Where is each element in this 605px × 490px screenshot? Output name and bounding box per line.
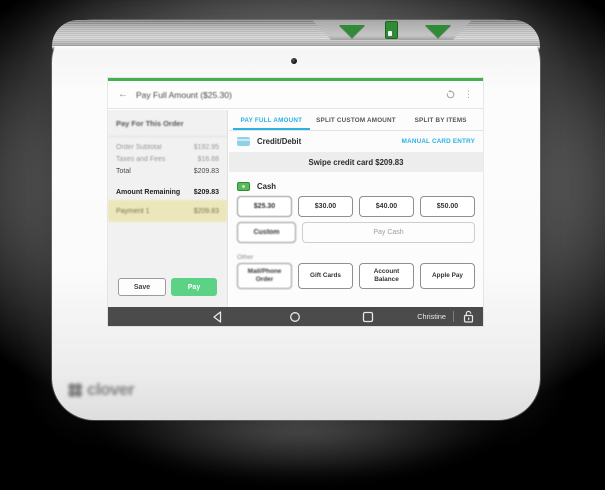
manual-card-entry-link[interactable]: MANUAL CARD ENTRY: [402, 138, 475, 145]
refresh-icon[interactable]: [446, 90, 455, 99]
other-section-label: Other: [237, 254, 475, 261]
credit-card-icon: [237, 137, 250, 146]
overflow-menu-icon[interactable]: ⋮: [464, 89, 473, 100]
clover-wordmark: clover: [87, 380, 134, 400]
lock-icon[interactable]: [463, 310, 474, 323]
nav-home-icon[interactable]: [289, 311, 301, 323]
swipe-arrow-right-icon: [425, 25, 451, 38]
page-title: Pay Full Amount ($25.30): [136, 90, 232, 100]
sidebar-title: Pay For This Order: [108, 110, 227, 137]
payment-value: $209.83: [194, 208, 219, 215]
navbar-divider: [453, 311, 454, 322]
swipe-card-message: Swipe credit card $209.83: [229, 152, 483, 172]
mail-phone-order-button[interactable]: Mail/Phone Order: [237, 263, 292, 289]
other-payment-row: Mail/Phone Order Gift Cards Account Bala…: [229, 263, 483, 289]
row-label: Taxes and Fees: [116, 154, 165, 166]
tab-split-custom-amount[interactable]: SPLIT CUSTOM AMOUNT: [314, 110, 399, 130]
row-value: $16.88: [198, 154, 219, 166]
cash-amount-row: $25.30 $30.00 $40.00 $50.00: [229, 196, 483, 217]
tab-pay-full-amount[interactable]: PAY FULL AMOUNT: [229, 110, 314, 130]
camera-icon: [291, 58, 297, 64]
cash-amount-button-3[interactable]: $40.00: [359, 196, 414, 217]
clover-logo: clover: [66, 380, 134, 400]
card-swipe-slot: [312, 20, 472, 40]
row-value: $192.95: [194, 142, 219, 154]
save-button[interactable]: Save: [118, 278, 166, 296]
cash-icon: [237, 182, 250, 191]
scene: ← Pay Full Amount ($25.30) ⋮ Pay For Thi…: [0, 0, 605, 490]
clover-leaf-icon: [66, 381, 84, 399]
swipe-arrow-left-icon: [339, 25, 365, 38]
custom-amount-button[interactable]: Custom: [237, 222, 296, 243]
row-value: $209.83: [194, 187, 219, 199]
credit-debit-section: Credit/Debit MANUAL CARD ENTRY: [229, 131, 483, 152]
nav-recents-icon[interactable]: [362, 311, 374, 323]
cash-action-row: Custom Pay Cash: [229, 222, 483, 243]
payment-1-row[interactable]: Payment 1 $209.83: [108, 200, 227, 222]
cash-section-header: Cash: [237, 180, 475, 193]
pay-button[interactable]: Pay: [171, 278, 217, 296]
payment-label: Payment 1: [116, 208, 149, 215]
row-label: Order Subtotal: [116, 142, 162, 154]
amount-remaining-row: Amount Remaining $209.83: [116, 187, 219, 199]
back-icon[interactable]: ←: [118, 89, 128, 100]
row-label: Amount Remaining: [116, 187, 180, 199]
account-balance-button[interactable]: Account Balance: [359, 263, 414, 289]
row-label: Total: [116, 166, 131, 178]
total-row: Total $209.83: [116, 166, 219, 178]
cash-label: Cash: [257, 182, 276, 191]
pay-cash-button[interactable]: Pay Cash: [302, 222, 475, 243]
cash-amount-button-4[interactable]: $50.00: [420, 196, 475, 217]
app-bar: ← Pay Full Amount ($25.30) ⋮: [108, 81, 483, 109]
taxes-fees-row: Taxes and Fees $16.88: [116, 154, 219, 166]
screen: ← Pay Full Amount ($25.30) ⋮ Pay For Thi…: [108, 78, 483, 326]
logged-in-user: Christine: [417, 307, 446, 326]
order-summary-sidebar: Pay For This Order Order Subtotal $192.9…: [108, 110, 228, 307]
chip-card-icon: [385, 21, 398, 39]
band-highlight: [52, 46, 540, 50]
tab-split-by-items[interactable]: SPLIT BY ITEMS: [398, 110, 483, 130]
chip-contact-dot: [388, 31, 392, 36]
nav-back-icon[interactable]: [212, 311, 222, 323]
payment-tabs: PAY FULL AMOUNT SPLIT CUSTOM AMOUNT SPLI…: [229, 110, 483, 131]
row-value: $209.83: [194, 166, 219, 178]
gift-cards-button[interactable]: Gift Cards: [298, 263, 353, 289]
cash-amount-button-2[interactable]: $30.00: [298, 196, 353, 217]
credit-debit-label: Credit/Debit: [257, 137, 301, 146]
order-subtotal-row: Order Subtotal $192.95: [116, 142, 219, 154]
android-nav-bar: Christine: [108, 307, 483, 326]
clover-terminal-device: ← Pay Full Amount ($25.30) ⋮ Pay For Thi…: [52, 20, 540, 420]
payment-panel: PAY FULL AMOUNT SPLIT CUSTOM AMOUNT SPLI…: [229, 110, 483, 307]
apple-pay-button[interactable]: Apple Pay: [420, 263, 475, 289]
cash-amount-button-1[interactable]: $25.30: [237, 196, 292, 217]
